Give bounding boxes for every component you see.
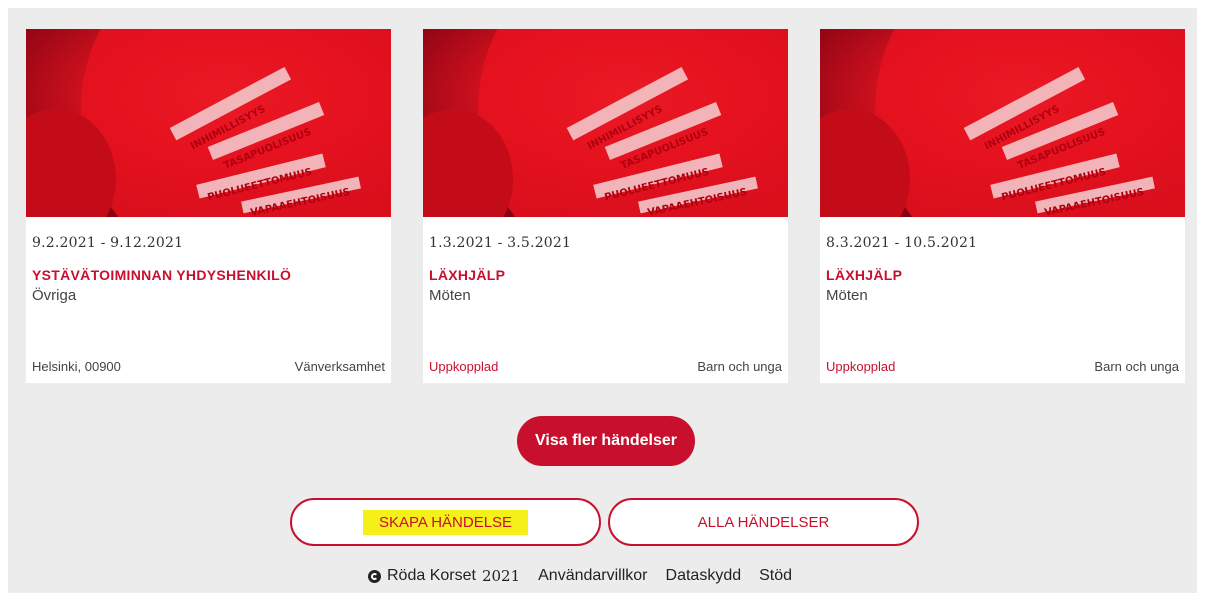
event-tag: Barn och unga <box>1094 359 1179 374</box>
event-location: Uppkopplad <box>429 359 499 374</box>
copyright: Röda Korset 2021 <box>368 567 520 585</box>
event-image: INHIMILLISYYS TASAPUOLISUUS PUOLUEETTOMU… <box>820 29 1185 217</box>
event-location: Uppkopplad <box>826 359 896 374</box>
events-panel: INHIMILLISYYS TASAPUOLISUUS PUOLUEETTOMU… <box>8 8 1197 593</box>
event-date: 1.3.2021 - 3.5.2021 <box>429 235 572 251</box>
event-category: Övriga <box>32 287 77 304</box>
event-card[interactable]: INHIMILLISYYS TASAPUOLISUUS PUOLUEETTOMU… <box>423 29 788 383</box>
copyright-icon <box>368 569 381 583</box>
all-events-button[interactable]: ALLA HÄNDELSER <box>608 498 919 546</box>
event-image: INHIMILLISYYS TASAPUOLISUUS PUOLUEETTOMU… <box>423 29 788 217</box>
copyright-year: 2021 <box>481 567 521 585</box>
create-event-button[interactable]: SKAPA HÄNDELSE <box>290 498 601 546</box>
event-card[interactable]: INHIMILLISYYS TASAPUOLISUUS PUOLUEETTOMU… <box>26 29 391 383</box>
event-tag: Vänverksamhet <box>294 359 385 374</box>
event-card[interactable]: INHIMILLISYYS TASAPUOLISUUS PUOLUEETTOMU… <box>820 29 1185 383</box>
event-tag: Barn och unga <box>697 359 782 374</box>
event-category: Möten <box>429 287 471 304</box>
show-more-events-button[interactable]: Visa fler händelser <box>517 416 695 466</box>
event-location: Helsinki, 00900 <box>32 359 121 374</box>
event-title[interactable]: LÄXHJÄLP <box>826 267 902 283</box>
event-date: 9.2.2021 - 9.12.2021 <box>32 235 184 251</box>
event-title[interactable]: LÄXHJÄLP <box>429 267 505 283</box>
event-title[interactable]: YSTÄVÄTOIMINNAN YHDYSHENKILÖ <box>32 267 291 283</box>
event-date: 8.3.2021 - 10.5.2021 <box>826 235 978 251</box>
footer-link-support[interactable]: Stöd <box>759 567 792 585</box>
all-events-label: ALLA HÄNDELSER <box>697 513 830 531</box>
event-category: Möten <box>826 287 868 304</box>
footer-link-terms[interactable]: Användarvillkor <box>538 567 647 585</box>
copyright-name: Röda Korset <box>387 567 476 584</box>
event-image: INHIMILLISYYS TASAPUOLISUUS PUOLUEETTOMU… <box>26 29 391 217</box>
footer: Röda Korset 2021 Användarvillkor Datasky… <box>368 567 792 585</box>
footer-link-privacy[interactable]: Dataskydd <box>666 567 742 585</box>
create-event-label: SKAPA HÄNDELSE <box>362 509 529 535</box>
